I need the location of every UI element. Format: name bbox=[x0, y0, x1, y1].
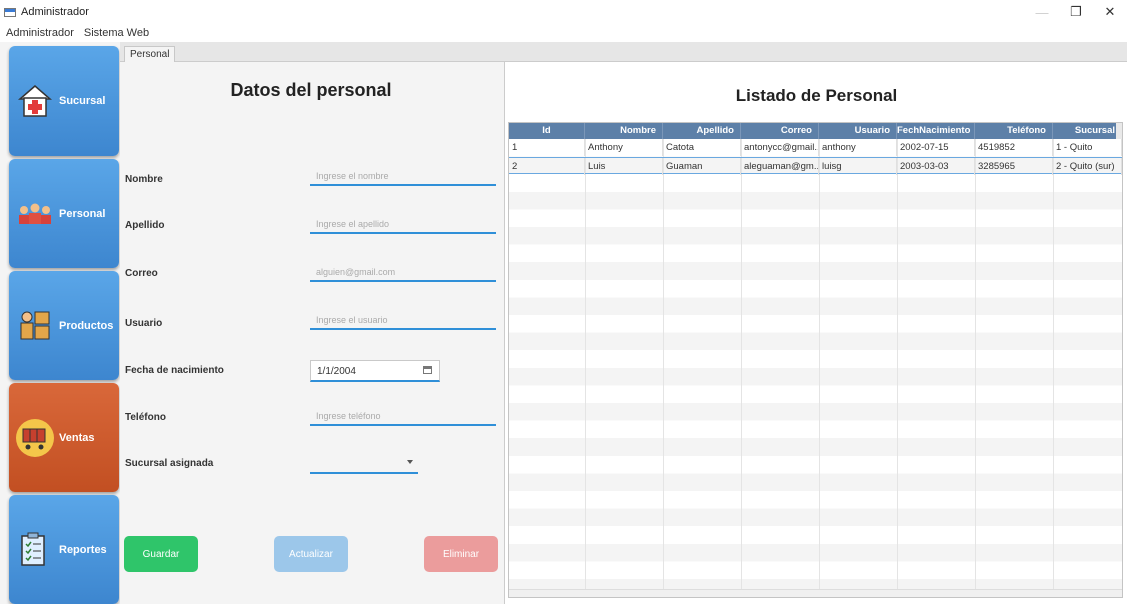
cell-nombre: Anthony bbox=[585, 139, 663, 156]
guardar-button[interactable]: Guardar bbox=[124, 536, 198, 572]
sidebar-item-personal[interactable]: Personal bbox=[9, 159, 119, 268]
fecha-nacimiento-datepicker[interactable]: 1/1/2004 bbox=[310, 360, 440, 382]
column-menu-icon[interactable] bbox=[1116, 123, 1122, 139]
chevron-down-icon bbox=[407, 460, 413, 464]
sucursal-asignada-label: Sucursal asignada bbox=[125, 458, 214, 469]
cell-correo: aleguaman@gm... bbox=[741, 157, 819, 175]
window-title: Administrador bbox=[21, 6, 89, 18]
cell-usuario: anthony bbox=[819, 139, 897, 156]
correo-label: Correo bbox=[125, 268, 158, 279]
sidebar-item-productos[interactable]: Productos bbox=[9, 271, 119, 380]
form-title: Datos del personal bbox=[230, 80, 392, 100]
cell-id: 2 bbox=[509, 157, 585, 175]
nombre-label: Nombre bbox=[125, 174, 163, 185]
column-header-correo[interactable]: Correo bbox=[741, 123, 819, 139]
usuario-input[interactable]: Ingrese el usuario bbox=[310, 308, 496, 330]
personal-form: Datos del personal Nombre Ingrese el nom… bbox=[120, 62, 502, 604]
close-button[interactable]: ✕ bbox=[1093, 0, 1127, 24]
sidebar-item-label: Productos bbox=[59, 319, 114, 332]
cell-apellido: Catota bbox=[663, 139, 741, 156]
cell-sucursal: 2 - Quito (sur) bbox=[1053, 157, 1122, 175]
eliminar-button[interactable]: Eliminar bbox=[424, 536, 498, 572]
table-row[interactable]: 1 Anthony Catota antonycc@gmail... antho… bbox=[509, 139, 1122, 157]
sidebar-item-ventas[interactable]: Ventas bbox=[9, 383, 119, 492]
boxes-worker-icon bbox=[15, 306, 55, 346]
app-icon bbox=[4, 7, 16, 17]
table-row[interactable]: 2 Luis Guaman aleguaman@gm... luisg 2003… bbox=[509, 156, 1122, 175]
cell-apellido: Guaman bbox=[663, 157, 741, 175]
column-header-apellido[interactable]: Apellido bbox=[663, 123, 741, 139]
sidebar-item-label: Sucursal bbox=[59, 95, 106, 107]
maximize-button[interactable]: ❐ bbox=[1059, 0, 1093, 24]
list-title: Listado de Personal bbox=[735, 86, 898, 105]
sidebar-item-reportes[interactable]: Reportes bbox=[9, 495, 119, 604]
menubar: Administrador Sistema Web bbox=[0, 24, 1127, 42]
menu-sistema-web[interactable]: Sistema Web bbox=[84, 27, 149, 39]
tab-personal[interactable]: Personal bbox=[124, 46, 176, 62]
sidebar-item-sucursal[interactable]: Sucursal bbox=[9, 46, 119, 156]
minimize-button[interactable]: — bbox=[1025, 0, 1059, 24]
cell-usuario: luisg bbox=[819, 157, 897, 175]
telefono-input[interactable]: Ingrese teléfono bbox=[310, 404, 496, 426]
menu-administrador[interactable]: Administrador bbox=[6, 27, 74, 39]
telefono-label: Teléfono bbox=[125, 412, 166, 423]
cell-nombre: Luis bbox=[585, 157, 663, 175]
personal-table[interactable]: Id Nombre Apellido Correo Usuario FechNa… bbox=[508, 122, 1123, 598]
fecha-nacimiento-label: Fecha de nacimiento bbox=[125, 365, 224, 376]
usuario-label: Usuario bbox=[125, 318, 163, 329]
correo-input[interactable]: alguien@gmail.com bbox=[310, 260, 496, 282]
shopping-cart-icon bbox=[15, 418, 55, 458]
apellido-label: Apellido bbox=[125, 220, 165, 231]
horizontal-scrollbar[interactable] bbox=[509, 589, 1122, 597]
cell-fechnacimiento: 2003-03-03 bbox=[897, 157, 975, 175]
apellido-input[interactable]: Ingrese el apellido bbox=[310, 212, 496, 234]
sidebar: Sucursal Personal Productos Ventas Repor… bbox=[0, 42, 120, 604]
tab-strip: Personal bbox=[120, 42, 1127, 62]
column-header-sucursal[interactable]: Sucursal bbox=[1053, 123, 1122, 139]
cell-correo: antonycc@gmail... bbox=[741, 139, 819, 156]
column-header-nombre[interactable]: Nombre bbox=[585, 123, 663, 139]
column-header-fechnacimiento[interactable]: FechNacimiento bbox=[897, 123, 975, 139]
column-header-telefono[interactable]: Teléfono bbox=[975, 123, 1053, 139]
window-titlebar: Administrador — ❐ ✕ bbox=[0, 0, 1127, 24]
sidebar-item-label: Personal bbox=[59, 207, 106, 220]
column-header-usuario[interactable]: Usuario bbox=[819, 123, 897, 139]
sidebar-item-label: Ventas bbox=[59, 431, 95, 444]
clipboard-checklist-icon bbox=[15, 530, 55, 570]
people-group-icon bbox=[15, 194, 55, 234]
calendar-icon[interactable] bbox=[423, 366, 432, 374]
actualizar-button[interactable]: Actualizar bbox=[274, 536, 348, 572]
cell-id: 1 bbox=[509, 139, 585, 156]
cell-telefono: 4519852 bbox=[975, 139, 1053, 156]
table-header: Id Nombre Apellido Correo Usuario FechNa… bbox=[509, 123, 1122, 139]
nombre-input[interactable]: Ingrese el nombre bbox=[310, 164, 496, 186]
sidebar-item-label: Reportes bbox=[59, 543, 107, 556]
cell-sucursal: 1 - Quito bbox=[1053, 139, 1122, 156]
fecha-nacimiento-value: 1/1/2004 bbox=[317, 366, 356, 377]
personal-list-panel: Listado de Personal Id Nombre Apellido C… bbox=[504, 62, 1127, 604]
column-header-id[interactable]: Id bbox=[509, 123, 585, 139]
cell-fechnacimiento: 2002-07-15 bbox=[897, 139, 975, 156]
cell-telefono: 3285965 bbox=[975, 157, 1053, 175]
sucursal-asignada-select[interactable] bbox=[310, 452, 418, 474]
hospital-icon bbox=[15, 81, 55, 121]
